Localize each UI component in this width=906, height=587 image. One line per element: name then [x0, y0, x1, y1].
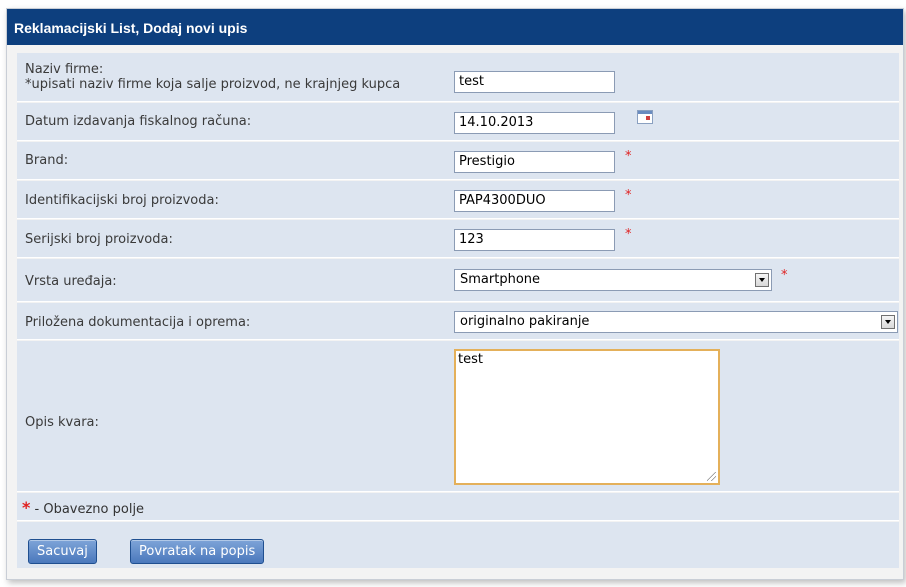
vrsta-select-value: Smartphone: [460, 272, 541, 287]
dokumentacija-select[interactable]: originalno pakiranje: [454, 311, 898, 333]
required-marker: *: [781, 268, 788, 283]
required-marker: *: [625, 188, 632, 203]
form-title: Reklamacijski List, Dodaj novi upis: [7, 9, 903, 45]
row-brand: Brand: Prestigio *: [17, 142, 899, 180]
row-datum: Datum izdavanja fiskalnog računa: 14.10.…: [17, 103, 899, 141]
save-button[interactable]: Sacuvaj: [28, 539, 97, 564]
label-brand: Brand:: [25, 153, 69, 168]
opis-textarea[interactable]: test: [454, 349, 720, 485]
label-dokumentacija: Priložena dokumentacija i oprema:: [25, 315, 251, 330]
calendar-icon[interactable]: [637, 110, 653, 124]
label-datum: Datum izdavanja fiskalnog računa:: [25, 114, 252, 129]
row-dokumentacija: Priložena dokumentacija i oprema: origin…: [17, 303, 899, 340]
row-legend: * - Obavezno polje: [17, 493, 899, 521]
row-serijski: Serijski broj proizvoda: 123 *: [17, 220, 899, 258]
form-panel: Reklamacijski List, Dodaj novi upis Nazi…: [6, 8, 904, 580]
dokumentacija-select-value: originalno pakiranje: [460, 314, 590, 329]
label-vrsta: Vrsta uređaja:: [25, 274, 117, 289]
legend-text: - Obavezno polje: [30, 502, 145, 517]
row-naziv-firme: Naziv firme: *upisati naziv firme koja s…: [17, 53, 899, 102]
row-vrsta: Vrsta uređaja: Smartphone *: [17, 259, 899, 302]
label-opis: Opis kvara:: [25, 415, 99, 430]
label-id-broj: Identifikacijski broj proizvoda:: [25, 193, 219, 208]
label-naziv-firme-text: Naziv firme:: [25, 62, 104, 77]
label-naziv-firme-hint: *upisati naziv firme koja salje proizvod…: [25, 77, 401, 92]
legend: * - Obavezno polje: [22, 498, 144, 517]
vrsta-select[interactable]: Smartphone: [454, 269, 772, 291]
chevron-down-icon[interactable]: [881, 315, 895, 329]
chevron-down-icon[interactable]: [755, 273, 769, 287]
brand-input[interactable]: Prestigio: [454, 151, 615, 173]
label-naziv-firme: Naziv firme: *upisati naziv firme koja s…: [25, 62, 400, 92]
required-marker: *: [625, 149, 632, 164]
opis-textarea-value: test: [458, 352, 483, 367]
resize-grip-icon[interactable]: [707, 472, 716, 481]
serijski-input[interactable]: 123: [454, 229, 615, 251]
back-to-list-button[interactable]: Povratak na popis: [130, 539, 265, 564]
naziv-firme-input[interactable]: test: [454, 71, 615, 93]
label-serijski: Serijski broj proizvoda:: [25, 232, 173, 247]
row-buttons: Sacuvaj Povratak na popis: [17, 522, 899, 568]
row-id-broj: Identifikacijski broj proizvoda: PAP4300…: [17, 181, 899, 219]
id-broj-input[interactable]: PAP4300DUO: [454, 190, 615, 212]
required-marker: *: [625, 227, 632, 242]
datum-input[interactable]: 14.10.2013: [454, 112, 615, 134]
row-opis: Opis kvara: test: [17, 341, 899, 492]
